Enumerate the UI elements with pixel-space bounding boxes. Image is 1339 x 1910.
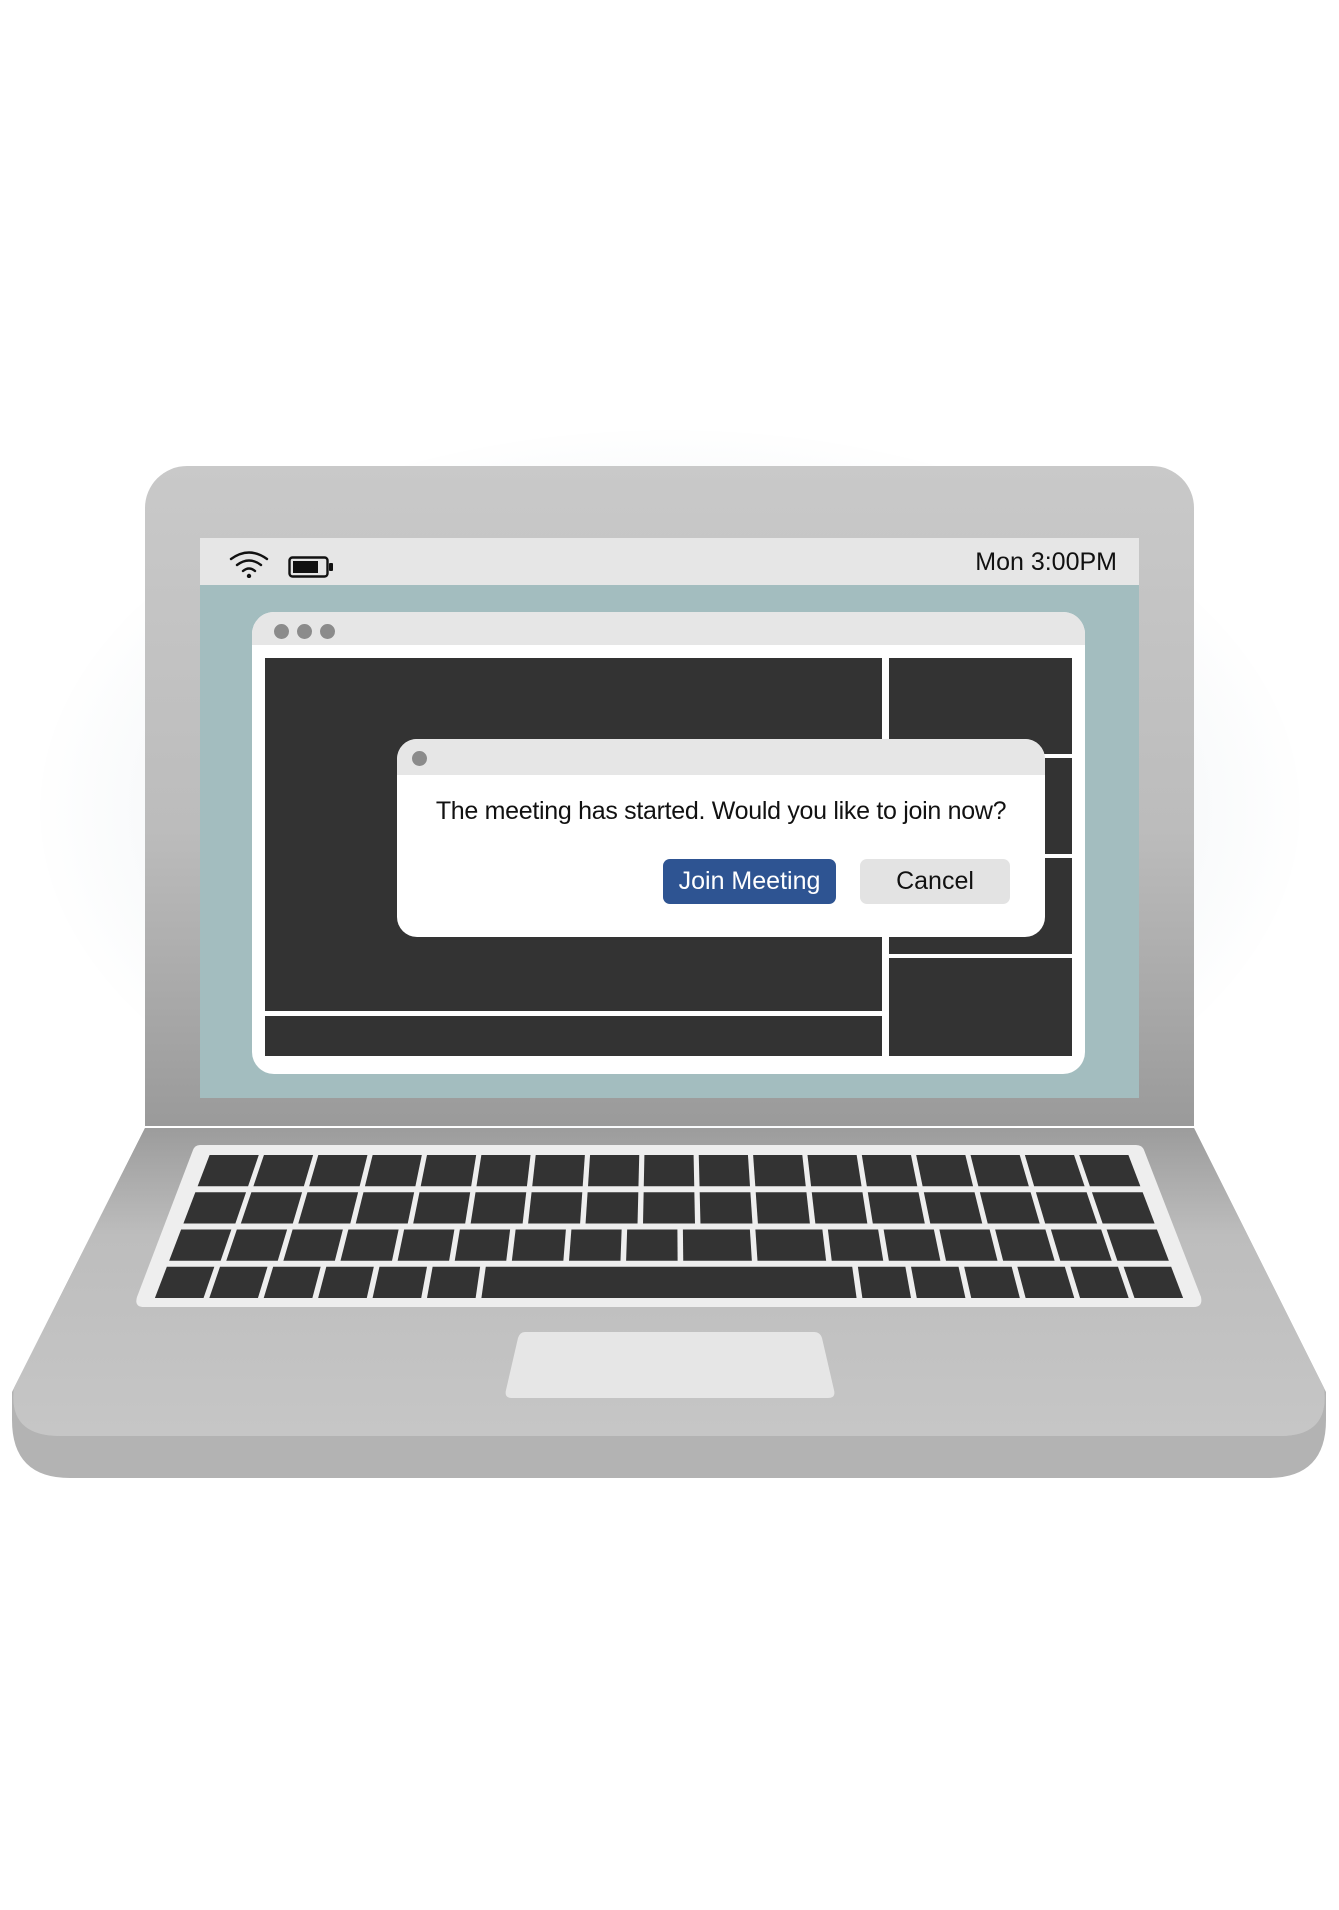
trackpad <box>505 1332 835 1398</box>
keyboard-key <box>939 1229 998 1261</box>
keyboard-key <box>1017 1266 1075 1298</box>
keyboard-key <box>970 1155 1029 1187</box>
keyboard-key <box>682 1229 752 1261</box>
wifi-icon[interactable] <box>228 550 270 578</box>
keyboard-key <box>263 1266 321 1298</box>
keyboard-key <box>995 1229 1055 1261</box>
meeting-app-window: The meeting has started. Would you like … <box>252 612 1085 1074</box>
keyboard-key <box>923 1192 983 1224</box>
window-minimize-dot[interactable] <box>297 624 312 639</box>
keyboard-key <box>861 1155 918 1187</box>
keyboard-key <box>481 1266 857 1298</box>
keyboard-key <box>755 1229 827 1261</box>
keyboard-key <box>979 1192 1040 1224</box>
cancel-button[interactable]: Cancel <box>860 859 1010 904</box>
keyboard-key <box>470 1192 527 1224</box>
keyboard-key <box>698 1155 750 1187</box>
dialog-close-dot[interactable] <box>412 751 427 766</box>
keyboard-key <box>240 1192 303 1224</box>
keyboard-key <box>476 1155 531 1187</box>
keyboard-key <box>364 1155 422 1187</box>
keyboard-key <box>528 1192 583 1224</box>
clock[interactable]: Mon 3:00PM <box>975 548 1117 577</box>
keyboard-key <box>253 1155 314 1187</box>
keyboard-key <box>1024 1155 1085 1187</box>
keyboard-key <box>340 1229 399 1261</box>
keyboard-key <box>1050 1229 1112 1261</box>
keyboard-key <box>911 1266 966 1298</box>
window-close-dot[interactable] <box>274 624 289 639</box>
keyboard-key <box>857 1266 911 1298</box>
keyboard-key <box>1035 1192 1098 1224</box>
participant-tile <box>889 958 1072 1056</box>
keyboard-key <box>372 1266 427 1298</box>
keyboard-key <box>807 1155 862 1187</box>
keyboard-key <box>867 1192 925 1224</box>
join-meeting-dialog: The meeting has started. Would you like … <box>397 739 1045 937</box>
keyboard-key <box>413 1192 471 1224</box>
battery-icon[interactable] <box>288 556 334 578</box>
keyboard-key <box>626 1229 678 1261</box>
keyboard-key <box>318 1266 374 1298</box>
keyboard-key <box>355 1192 415 1224</box>
keyboard-key <box>755 1192 810 1224</box>
dialog-message: The meeting has started. Would you like … <box>435 797 1007 825</box>
laptop-illustration: Mon 3:00PM The meeting has started. Woul <box>0 0 1339 1910</box>
keyboard-key <box>827 1229 884 1261</box>
controls-bar <box>265 1016 882 1056</box>
keyboard-key <box>916 1155 974 1187</box>
keyboard-key <box>532 1155 585 1187</box>
keyboard-key <box>427 1266 481 1298</box>
keyboard-key <box>568 1229 622 1261</box>
keyboard-key <box>309 1155 368 1187</box>
dialog-title-bar <box>397 739 1045 775</box>
desktop-screen: Mon 3:00PM The meeting has started. Woul <box>200 538 1139 1098</box>
keyboard-key <box>298 1192 359 1224</box>
system-menu-bar: Mon 3:00PM <box>200 538 1139 585</box>
keyboard-key <box>753 1155 806 1187</box>
keyboard-key <box>883 1229 941 1261</box>
keyboard-key <box>643 1192 695 1224</box>
keyboard-key <box>699 1192 753 1224</box>
keyboard-key <box>964 1266 1020 1298</box>
keyboard-key <box>643 1155 695 1187</box>
join-meeting-button[interactable]: Join Meeting <box>663 859 836 904</box>
keyboard-key <box>226 1229 288 1261</box>
keyboard-key <box>585 1192 639 1224</box>
keyboard-key <box>420 1155 477 1187</box>
keyboard-key <box>811 1192 868 1224</box>
keyboard-key <box>511 1229 566 1261</box>
keyboard-key <box>588 1155 640 1187</box>
app-title-bar <box>252 612 1085 645</box>
keyboard-key <box>454 1229 511 1261</box>
keyboard-key <box>283 1229 343 1261</box>
keyboard-key <box>397 1229 455 1261</box>
window-maximize-dot[interactable] <box>320 624 335 639</box>
